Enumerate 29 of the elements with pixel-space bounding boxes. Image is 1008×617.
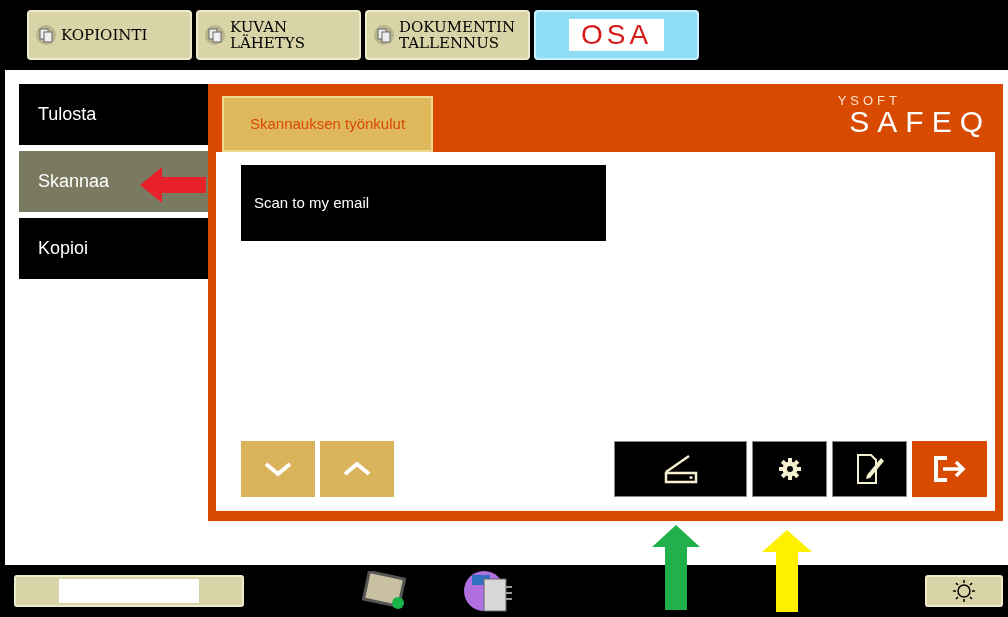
logout-icon — [932, 455, 967, 483]
mode-tab[interactable]: KOPIOINTI — [27, 10, 192, 60]
sidebar-item[interactable]: Tulosta — [19, 84, 208, 145]
documents-icon — [373, 24, 395, 46]
scanner-icon — [662, 454, 699, 484]
mode-tab[interactable]: DOKUMENTIN TALLENNUS — [365, 10, 530, 60]
arrow-left-icon — [140, 167, 206, 203]
document-edit-icon — [854, 453, 885, 485]
sun-icon — [952, 579, 976, 603]
chevron-down-icon — [263, 461, 293, 477]
scan-button[interactable] — [614, 441, 747, 497]
sidebar-item[interactable]: Skannaa — [19, 151, 208, 212]
edit-button[interactable] — [832, 441, 907, 497]
logout-button[interactable] — [912, 441, 987, 497]
brand-subtitle: YSOFT — [837, 94, 902, 107]
sidebar-item[interactable]: Kopioi — [19, 218, 208, 279]
documents-icon — [204, 24, 226, 46]
copier-icon[interactable] — [464, 569, 514, 613]
chevron-up-icon — [342, 461, 372, 477]
arrow-up-icon — [652, 525, 700, 610]
osa-tab[interactable]: OSA — [534, 10, 699, 60]
arrow-up-icon — [762, 530, 812, 612]
mode-tab[interactable]: KUVAN LÄHETYS — [196, 10, 361, 60]
documents-icon — [35, 24, 57, 46]
settings-icon — [777, 457, 802, 481]
brightness-button[interactable] — [925, 575, 1003, 607]
settings-button[interactable] — [752, 441, 827, 497]
workflow-tile[interactable]: Scan to my email — [241, 165, 606, 241]
brand-logo: SAFEQ — [849, 107, 991, 137]
